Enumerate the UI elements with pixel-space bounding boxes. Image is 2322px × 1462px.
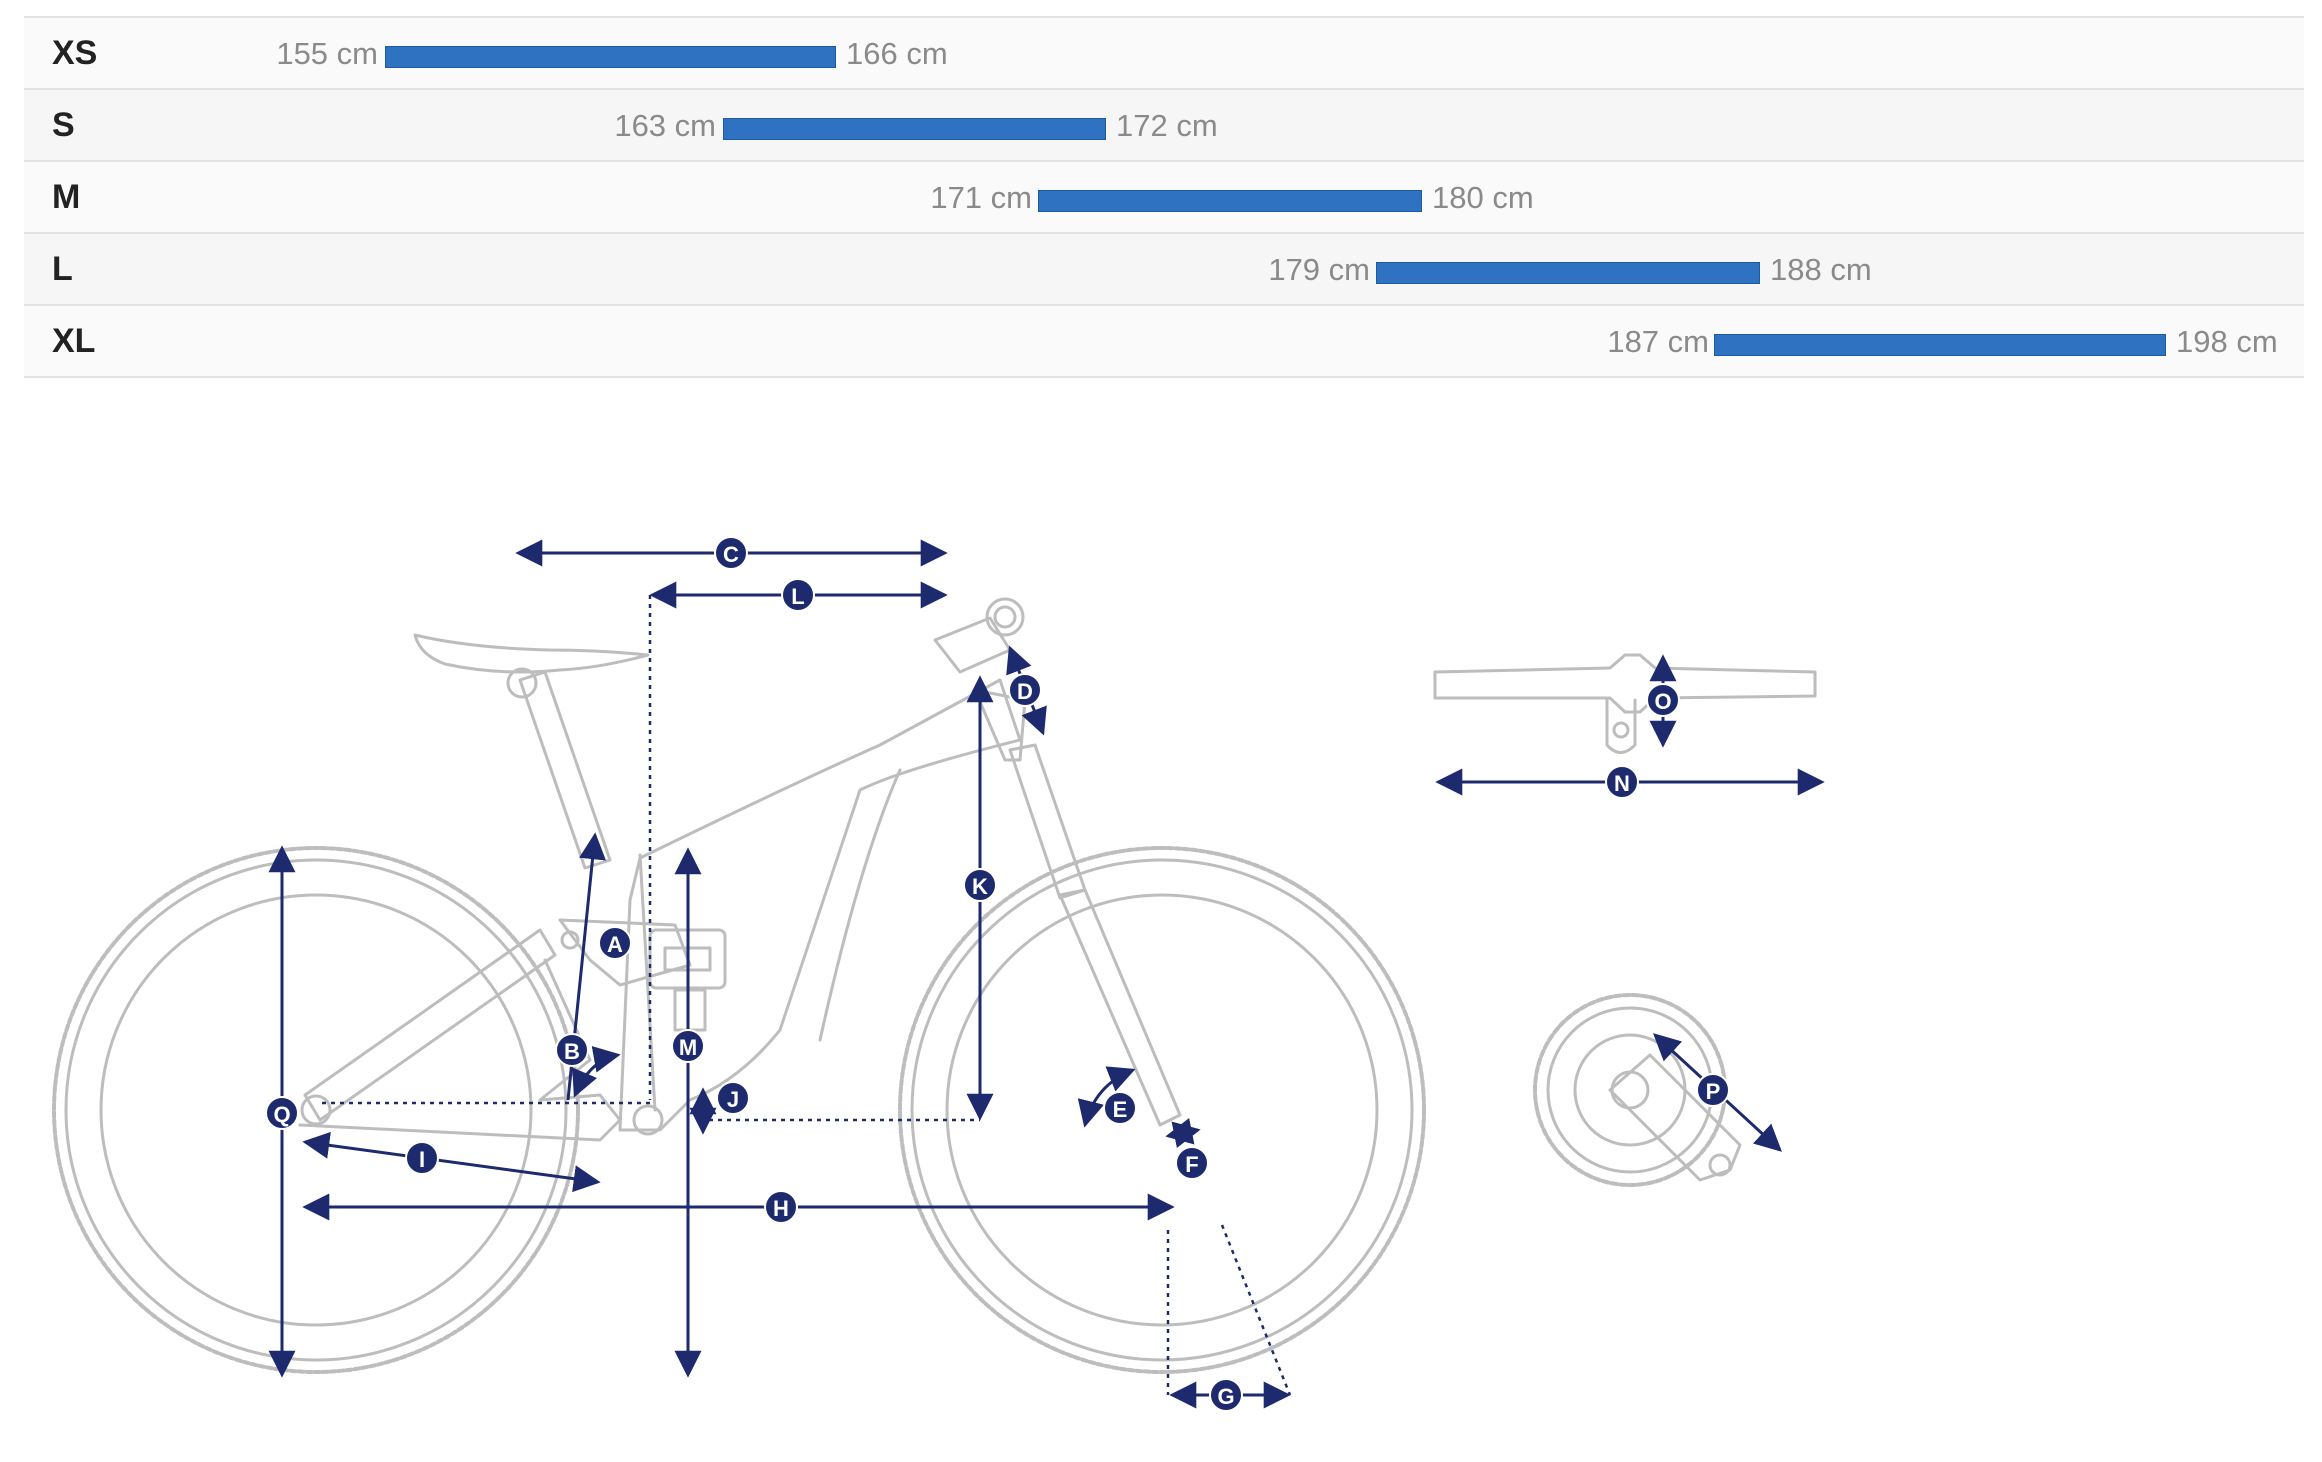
rear-wheel [52,846,580,1374]
reference-lines [322,595,1292,1396]
marker-label: Q [273,1102,290,1127]
stem [933,597,1025,674]
marker-label: P [1706,1079,1721,1104]
marker-d: D [1008,673,1042,707]
marker-label: O [1654,689,1671,714]
marker-j: J [716,1081,750,1115]
marker-k: K [963,868,997,902]
marker-label: J [727,1087,739,1112]
bike-geometry-diagram: C L D K A M B J Q E I F H G O N P [52,536,1825,1412]
marker-label: I [419,1147,425,1172]
handlebar-detail [1433,653,1817,754]
marker-b: B [555,1033,589,1067]
marker-label: H [773,1196,789,1221]
marker-label: D [1017,679,1033,704]
marker-g: G [1209,1378,1243,1412]
dimension-lines [268,539,1825,1409]
marker-q: Q [265,1096,299,1130]
marker-n: N [1605,765,1639,799]
marker-i: I [405,1141,439,1175]
marker-label: G [1217,1384,1234,1409]
marker-c: C [714,536,748,570]
marker-l: L [781,578,815,612]
marker-label: M [679,1035,697,1060]
marker-e: E [1103,1091,1137,1125]
marker-label: L [791,584,804,609]
marker-h: H [764,1190,798,1224]
marker-label: B [564,1039,580,1064]
marker-label: N [1614,771,1630,796]
fork [973,688,1182,1127]
marker-f: F [1175,1146,1209,1180]
marker-label: A [607,932,623,957]
marker-label: C [723,542,739,567]
marker-a: A [598,926,632,960]
marker-label: K [972,874,988,899]
marker-o: O [1646,683,1680,717]
marker-m: M [671,1029,705,1063]
marker-label: E [1113,1097,1128,1122]
marker-p: P [1696,1073,1730,1107]
saddle [413,633,650,674]
geometry-markers: C L D K A M B J Q E I F H G O N P [265,536,1730,1412]
marker-label: F [1185,1152,1198,1177]
